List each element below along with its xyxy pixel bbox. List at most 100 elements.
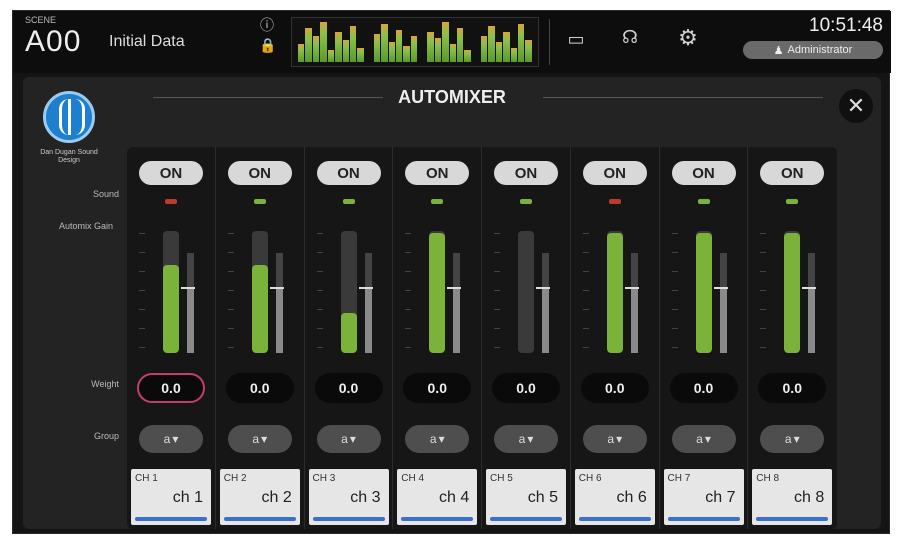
channel-strip: ON 0.0 a ▾ CH 1 ch 1	[127, 147, 216, 529]
meter-bridge-bar	[434, 38, 442, 62]
group-label: Group	[93, 431, 119, 441]
group-select[interactable]: a ▾	[316, 425, 381, 453]
chevron-down-icon: ▾	[438, 432, 445, 446]
channel-name-box[interactable]: CH 1 ch 1	[131, 469, 211, 525]
lock-icon[interactable]: 🔒	[259, 37, 276, 54]
meter-bridge-bar	[327, 50, 335, 62]
channel-name-box[interactable]: CH 8 ch 8	[752, 469, 833, 525]
channel-color-bar	[223, 517, 296, 521]
meter-bridge[interactable]	[291, 17, 539, 67]
gain-meter	[668, 213, 740, 353]
weight-knob[interactable]: 0.0	[492, 373, 560, 403]
scale-tick	[494, 271, 500, 272]
meter-bridge-bar	[305, 28, 312, 62]
channel-name-box[interactable]: CH 2 ch 2	[219, 469, 300, 525]
scale-tick	[227, 309, 234, 310]
channel-number: CH 4	[401, 473, 425, 484]
channel-name-box[interactable]: CH 3 ch 3	[308, 469, 389, 525]
sound-led	[697, 199, 710, 204]
channel-name-box[interactable]: CH 4 ch 4	[397, 469, 478, 525]
user-badge[interactable]: ♟ Administrator	[743, 41, 883, 59]
scale-tick	[227, 252, 234, 253]
group-select[interactable]: a ▾	[139, 425, 203, 453]
gain-fill	[784, 233, 801, 353]
display-icon[interactable]: ▭	[563, 29, 589, 50]
scale-tick	[139, 309, 145, 310]
meter-bridge-bar	[312, 36, 320, 62]
meter-bridge-bar	[464, 50, 471, 62]
channel-on-button[interactable]: ON	[227, 161, 292, 185]
scale-tick	[671, 252, 678, 253]
channel-color-bar	[401, 517, 474, 521]
meter-bridge-bar	[427, 32, 434, 62]
close-button[interactable]: ✕	[839, 89, 873, 123]
group-select[interactable]: a ▾	[671, 425, 736, 453]
level-fill	[630, 287, 638, 353]
group-select[interactable]: a ▾	[494, 425, 558, 453]
channel-on-button[interactable]: ON	[139, 161, 203, 185]
scale-tick	[760, 290, 767, 291]
scale-tick	[139, 328, 145, 329]
scale-tick	[227, 328, 234, 329]
channel-name-box[interactable]: CH 6 ch 6	[574, 469, 655, 525]
channel-on-button[interactable]: ON	[671, 161, 736, 185]
input-level-meter	[630, 253, 638, 353]
weight-knob[interactable]: 0.0	[314, 373, 383, 403]
channel-on-button[interactable]: ON	[494, 161, 558, 185]
meter-bridge-bar	[410, 36, 418, 62]
weight-knob[interactable]: 0.0	[758, 373, 827, 403]
weight-knob[interactable]: 0.0	[225, 373, 294, 403]
meter-bridge-bar	[342, 40, 349, 62]
channel-on-button[interactable]: ON	[582, 161, 647, 185]
meter-bridge-bar	[388, 42, 396, 62]
input-level-meter	[275, 253, 283, 353]
chevron-down-icon: ▾	[793, 432, 800, 446]
threshold-mark	[358, 287, 373, 289]
scene-number[interactable]: A00	[25, 25, 81, 59]
group-select[interactable]: a ▾	[760, 425, 825, 453]
weight-knob[interactable]: 0.0	[137, 373, 205, 403]
headphones-icon[interactable]: ☊	[617, 27, 643, 48]
input-level-meter	[808, 253, 816, 353]
chevron-down-icon: ▾	[349, 432, 356, 446]
channel-on-button[interactable]: ON	[316, 161, 381, 185]
group-value: a	[429, 432, 437, 446]
channel-name: ch 8	[794, 489, 825, 506]
channel-on-button[interactable]: ON	[760, 161, 825, 185]
clock: 10:51:48	[809, 15, 883, 36]
channel-on-button[interactable]: ON	[405, 161, 470, 185]
scale-tick	[760, 328, 767, 329]
weight-knob[interactable]: 0.0	[580, 373, 649, 403]
scale-tick	[671, 328, 678, 329]
channel-name: ch 4	[439, 489, 470, 506]
user-name: Administrator	[787, 44, 853, 56]
channel-strips: ON 0.0 a ▾ CH 1 ch 1 ON 0.0 a ▾ CH 2 ch 2 ON 0.0 a ▾ CH …	[127, 147, 837, 529]
sound-led	[786, 199, 799, 204]
scale-tick	[582, 271, 589, 272]
gain-fill	[163, 265, 179, 353]
scale-tick	[316, 328, 323, 329]
meter-bridge-bar	[442, 22, 449, 62]
group-select[interactable]: a ▾	[227, 425, 292, 453]
scale-tick	[227, 271, 234, 272]
meter-bridge-bar	[335, 32, 342, 62]
weight-knob[interactable]: 0.0	[403, 373, 472, 403]
group-select[interactable]: a ▾	[405, 425, 470, 453]
automix-gain-meter	[251, 231, 268, 353]
channel-name-box[interactable]: CH 5 ch 5	[486, 469, 566, 525]
group-value: a	[607, 432, 615, 446]
scale-tick	[760, 347, 767, 348]
channel-name: ch 2	[261, 489, 292, 506]
meter-bridge-bar	[510, 48, 517, 62]
info-icon[interactable]: ⓘ	[259, 15, 275, 35]
scale-tick	[582, 233, 589, 234]
gain-meter	[490, 213, 562, 353]
gear-icon[interactable]: ⚙	[675, 25, 701, 51]
channel-name-box[interactable]: CH 7 ch 7	[663, 469, 744, 525]
input-level-meter	[542, 253, 549, 353]
scale-tick	[139, 233, 145, 234]
weight-knob[interactable]: 0.0	[669, 373, 738, 403]
threshold-mark	[536, 287, 550, 289]
scene-name[interactable]: Initial Data	[109, 33, 185, 51]
group-select[interactable]: a ▾	[582, 425, 647, 453]
